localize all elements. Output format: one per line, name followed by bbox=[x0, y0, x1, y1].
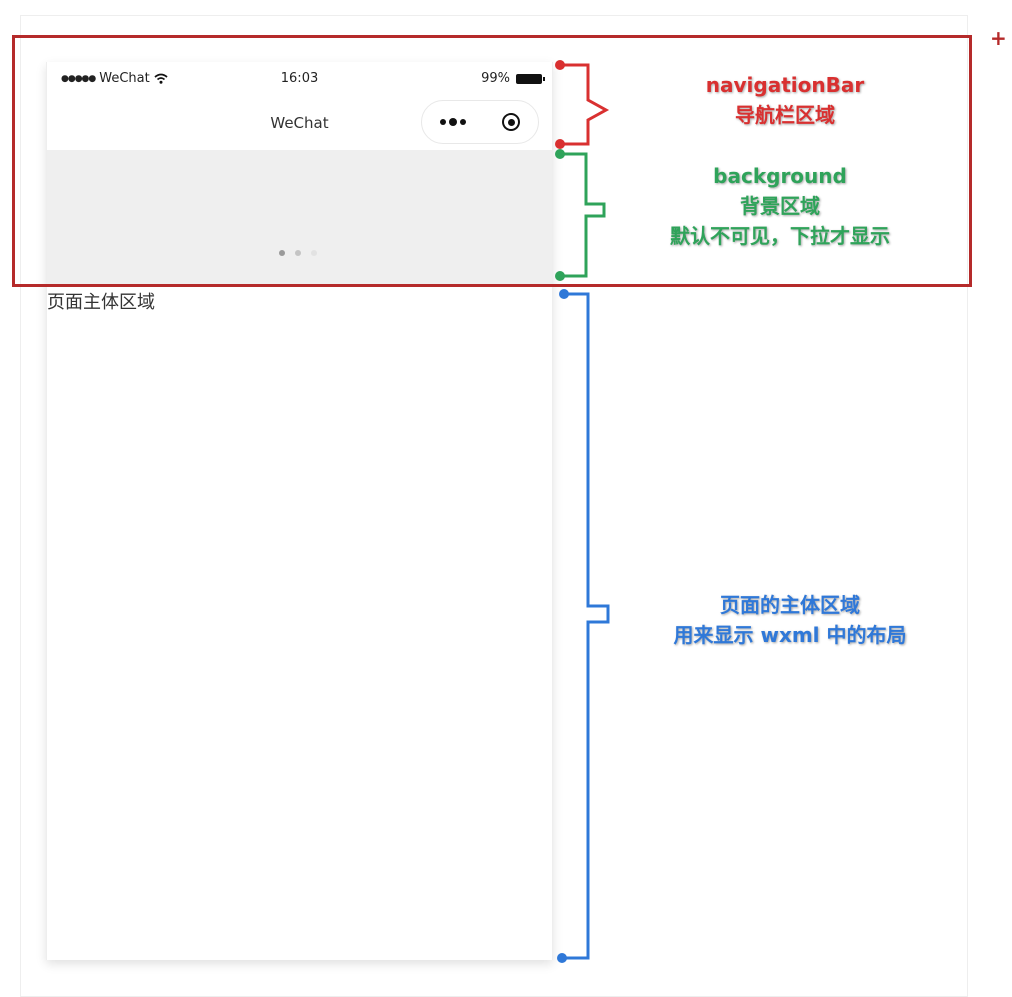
blue-bracket bbox=[557, 289, 610, 963]
red-bracket bbox=[555, 60, 610, 149]
green-bracket bbox=[555, 149, 606, 281]
background-annotation-note: 默认不可见，下拉才显示 bbox=[670, 224, 890, 248]
background-annotation: background 背景区域 默认不可见，下拉才显示 bbox=[620, 161, 940, 251]
body-annotation: 页面的主体区域 用来显示 wxml 中的布局 bbox=[620, 590, 960, 650]
navigation-annotation: navigationBar 导航栏区域 bbox=[640, 70, 930, 130]
annotation-brackets bbox=[555, 60, 610, 963]
body-annotation-subtitle: 用来显示 wxml 中的布局 bbox=[673, 623, 907, 647]
navigation-annotation-subtitle: 导航栏区域 bbox=[735, 103, 835, 127]
body-annotation-title: 页面的主体区域 bbox=[720, 593, 860, 617]
navigation-annotation-title: navigationBar bbox=[705, 73, 865, 97]
background-annotation-title: background bbox=[713, 164, 847, 188]
background-annotation-subtitle: 背景区域 bbox=[740, 194, 820, 218]
